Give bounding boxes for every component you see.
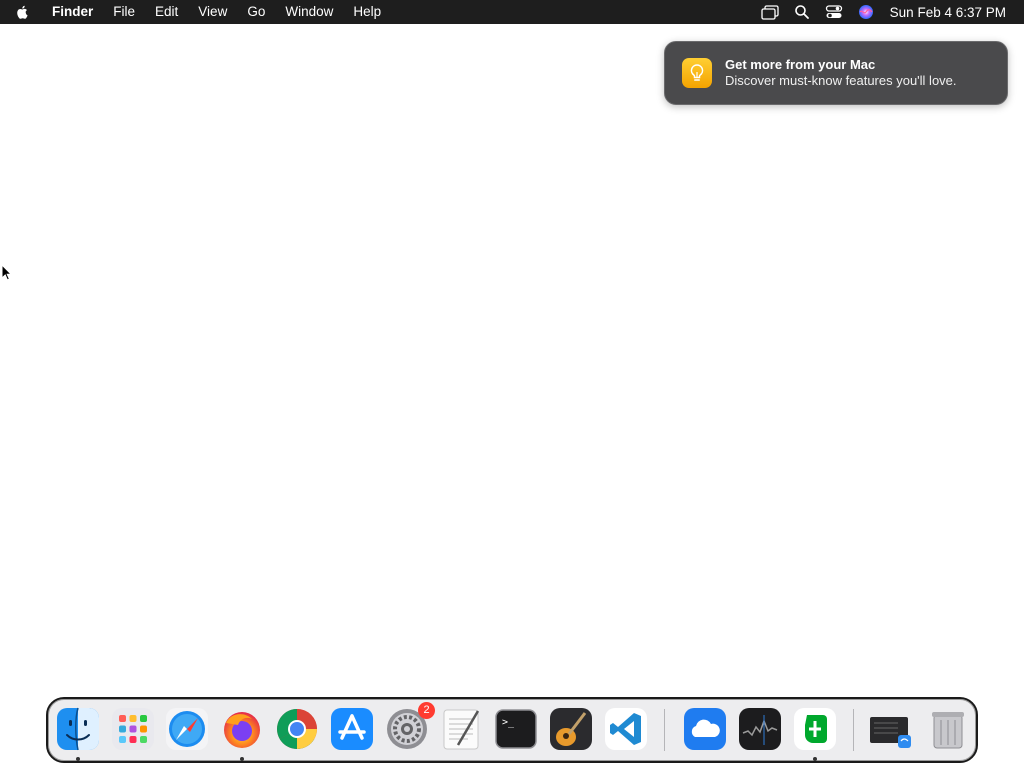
control-center-icon[interactable] xyxy=(818,0,850,24)
screen-mirroring-icon[interactable] xyxy=(754,0,786,24)
menu-go[interactable]: Go xyxy=(237,0,275,24)
terminal-icon: >_ xyxy=(495,709,537,749)
trash-icon xyxy=(932,712,964,749)
dock-trash[interactable] xyxy=(926,707,970,751)
running-indicator xyxy=(240,757,244,761)
menu-help[interactable]: Help xyxy=(343,0,391,24)
dock-app-store[interactable] xyxy=(330,707,374,751)
dock-finder[interactable] xyxy=(56,707,100,761)
menu-bar: Finder File Edit View Go Window Help Sun… xyxy=(0,0,1024,24)
downloads-stack-icon xyxy=(870,717,911,748)
menu-window[interactable]: Window xyxy=(275,0,343,24)
stocks-icon xyxy=(739,708,781,750)
finder-icon xyxy=(57,707,99,751)
dock-textedit[interactable] xyxy=(440,707,484,751)
dock-launchpad[interactable] xyxy=(111,707,155,751)
cloud-icon xyxy=(684,708,726,750)
notification-badge: 2 xyxy=(418,702,435,719)
notification-content: Get more from your Mac Discover must-kno… xyxy=(725,57,957,89)
dock-separator xyxy=(664,709,665,751)
dock-stocks[interactable] xyxy=(738,707,782,751)
menu-view[interactable]: View xyxy=(188,0,237,24)
dock-garageband[interactable] xyxy=(549,707,593,751)
chrome-icon xyxy=(277,709,317,749)
menu-bar-clock[interactable]: Sun Feb 4 6:37 PM xyxy=(882,5,1024,20)
spotlight-search-icon[interactable] xyxy=(786,0,818,24)
launchpad-icon xyxy=(112,708,154,750)
safari-icon xyxy=(166,708,208,750)
lightbulb-icon xyxy=(682,58,712,88)
dock-icloud-drive[interactable] xyxy=(683,707,727,751)
evernote-icon xyxy=(794,708,836,750)
mouse-pointer-icon xyxy=(1,263,13,287)
dock-terminal[interactable]: >_ xyxy=(494,707,538,751)
dock-separator xyxy=(853,709,854,751)
guitar-icon xyxy=(550,708,592,750)
dock-safari[interactable] xyxy=(165,707,209,751)
dock-chrome[interactable] xyxy=(275,707,319,751)
menu-file[interactable]: File xyxy=(103,0,145,24)
dock-system-settings[interactable]: 2 xyxy=(385,702,435,751)
menu-app-name[interactable]: Finder xyxy=(44,0,103,24)
dock: 2 >_ xyxy=(46,697,978,763)
dock-evernote[interactable] xyxy=(793,707,837,761)
notification-title: Get more from your Mac xyxy=(725,57,876,72)
menu-edit[interactable]: Edit xyxy=(145,0,188,24)
app-store-icon xyxy=(331,708,373,750)
dock-vscode[interactable] xyxy=(604,707,648,751)
siri-icon[interactable] xyxy=(850,0,882,24)
running-indicator xyxy=(76,757,80,761)
running-indicator xyxy=(813,757,817,761)
vscode-icon xyxy=(605,708,647,750)
notification-banner[interactable]: Get more from your Mac Discover must-kno… xyxy=(664,41,1008,105)
dock-firefox[interactable] xyxy=(220,707,264,761)
dock-downloads-stack[interactable] xyxy=(868,707,912,751)
notification-body: Discover must-know features you'll love. xyxy=(725,73,957,88)
textedit-icon xyxy=(443,709,480,750)
apple-menu-icon[interactable] xyxy=(0,0,44,24)
firefox-icon xyxy=(224,712,260,748)
svg-text:>_: >_ xyxy=(502,717,515,728)
